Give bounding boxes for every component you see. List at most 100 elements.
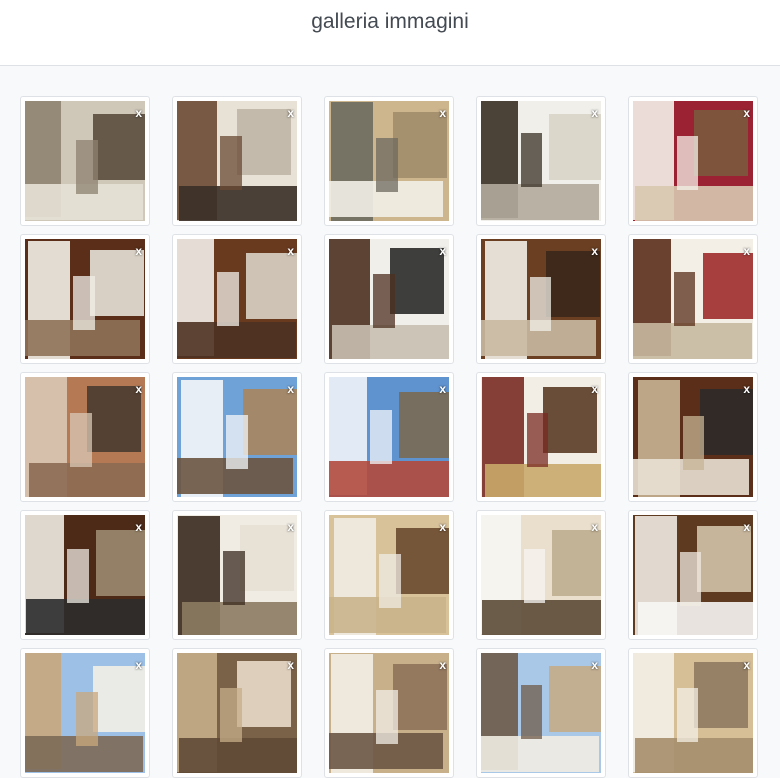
gallery-tile[interactable]: x xyxy=(324,648,454,778)
gallery-photo[interactable] xyxy=(481,653,601,773)
gallery-tile[interactable]: x xyxy=(20,96,150,226)
gallery-photo[interactable] xyxy=(329,515,449,635)
photo-shape xyxy=(67,548,89,603)
gallery-tile[interactable]: x xyxy=(172,234,302,364)
photo-shape xyxy=(482,599,601,635)
photo-shape xyxy=(673,272,696,327)
photo-shape xyxy=(237,109,291,176)
gallery-tile[interactable]: x xyxy=(476,96,606,226)
remove-image-button[interactable]: x xyxy=(135,659,142,671)
gallery-photo[interactable] xyxy=(633,515,753,635)
remove-image-button[interactable]: x xyxy=(743,245,750,257)
photo-shape xyxy=(676,687,699,742)
gallery-photo[interactable] xyxy=(481,239,601,359)
remove-image-button[interactable]: x xyxy=(743,383,750,395)
page-header: galleria immagini xyxy=(0,0,780,66)
gallery-photo[interactable] xyxy=(25,239,145,359)
remove-image-button[interactable]: x xyxy=(135,107,142,119)
photo-shape xyxy=(217,271,239,326)
photo-shape xyxy=(243,389,297,455)
gallery-tile[interactable]: x xyxy=(172,96,302,226)
remove-image-button[interactable]: x xyxy=(287,659,294,671)
gallery-photo[interactable] xyxy=(633,377,753,497)
gallery-tile[interactable]: x xyxy=(172,648,302,778)
remove-image-button[interactable]: x xyxy=(287,521,294,533)
gallery-tile[interactable]: x xyxy=(324,510,454,640)
gallery-photo[interactable] xyxy=(633,653,753,773)
gallery-photo[interactable] xyxy=(25,515,145,635)
remove-image-button[interactable]: x xyxy=(591,107,598,119)
gallery-photo[interactable] xyxy=(177,653,297,773)
photo-shape xyxy=(393,111,448,178)
remove-image-button[interactable]: x xyxy=(135,521,142,533)
photo-shape xyxy=(399,391,449,458)
remove-image-button[interactable]: x xyxy=(743,521,750,533)
gallery-tile[interactable]: x xyxy=(628,510,758,640)
gallery-photo[interactable] xyxy=(177,377,297,497)
gallery-photo[interactable] xyxy=(481,101,601,221)
image-gallery: x x x x x x x x x x x x x x x x x x x x x x x x x xyxy=(20,96,760,778)
remove-image-button[interactable]: x xyxy=(591,245,598,257)
gallery-photo[interactable] xyxy=(177,101,297,221)
gallery-tile[interactable]: x xyxy=(476,372,606,502)
gallery-tile[interactable]: x xyxy=(20,510,150,640)
photo-shape xyxy=(70,412,92,467)
gallery-tile[interactable]: x xyxy=(324,372,454,502)
photo-shape xyxy=(178,186,297,221)
gallery-tile[interactable]: x xyxy=(20,372,150,502)
photo-shape xyxy=(240,525,294,592)
gallery-tile[interactable]: x xyxy=(324,234,454,364)
gallery-tile[interactable]: x xyxy=(20,234,150,364)
remove-image-button[interactable]: x xyxy=(591,659,598,671)
gallery-tile[interactable]: x xyxy=(628,372,758,502)
gallery-tile[interactable]: x xyxy=(172,510,302,640)
photo-shape xyxy=(699,389,753,456)
remove-image-button[interactable]: x xyxy=(135,383,142,395)
gallery-photo[interactable] xyxy=(329,239,449,359)
remove-image-button[interactable]: x xyxy=(135,245,142,257)
photo-shape xyxy=(520,685,543,740)
gallery-photo[interactable] xyxy=(481,515,601,635)
gallery-photo[interactable] xyxy=(633,101,753,221)
remove-image-button[interactable]: x xyxy=(439,659,446,671)
gallery-tile[interactable]: x xyxy=(324,96,454,226)
gallery-photo[interactable] xyxy=(329,377,449,497)
remove-image-button[interactable]: x xyxy=(287,107,294,119)
gallery-tile[interactable]: x xyxy=(476,510,606,640)
gallery-tile[interactable]: x xyxy=(172,372,302,502)
gallery-photo[interactable] xyxy=(329,101,449,221)
gallery-photo[interactable] xyxy=(25,653,145,773)
remove-image-button[interactable]: x xyxy=(439,521,446,533)
gallery-tile[interactable]: x xyxy=(628,648,758,778)
gallery-tile[interactable]: x xyxy=(476,648,606,778)
gallery-photo[interactable] xyxy=(329,653,449,773)
remove-image-button[interactable]: x xyxy=(439,383,446,395)
gallery-photo[interactable] xyxy=(177,515,297,635)
gallery-photo[interactable] xyxy=(25,101,145,221)
photo-shape xyxy=(373,274,395,329)
remove-image-button[interactable]: x xyxy=(287,245,294,257)
remove-image-button[interactable]: x xyxy=(439,245,446,257)
photo-shape xyxy=(676,135,699,190)
gallery-tile[interactable]: x xyxy=(628,96,758,226)
gallery-photo[interactable] xyxy=(633,239,753,359)
remove-image-button[interactable]: x xyxy=(743,659,750,671)
photo-shape xyxy=(390,248,445,315)
remove-image-button[interactable]: x xyxy=(439,107,446,119)
gallery-photo[interactable] xyxy=(25,377,145,497)
gallery-photo[interactable] xyxy=(481,377,601,497)
remove-image-button[interactable]: x xyxy=(743,107,750,119)
remove-image-button[interactable]: x xyxy=(287,383,294,395)
remove-image-button[interactable]: x xyxy=(591,521,598,533)
photo-shape xyxy=(481,183,600,220)
photo-shape xyxy=(370,410,392,465)
gallery-tile[interactable]: x xyxy=(628,234,758,364)
photo-shape xyxy=(95,529,145,596)
photo-shape xyxy=(549,666,601,733)
remove-image-button[interactable]: x xyxy=(591,383,598,395)
gallery-tile[interactable]: x xyxy=(476,234,606,364)
gallery-tile[interactable]: x xyxy=(20,648,150,778)
photo-shape xyxy=(379,553,401,608)
gallery-photo[interactable] xyxy=(177,239,297,359)
photo-shape xyxy=(682,415,705,470)
